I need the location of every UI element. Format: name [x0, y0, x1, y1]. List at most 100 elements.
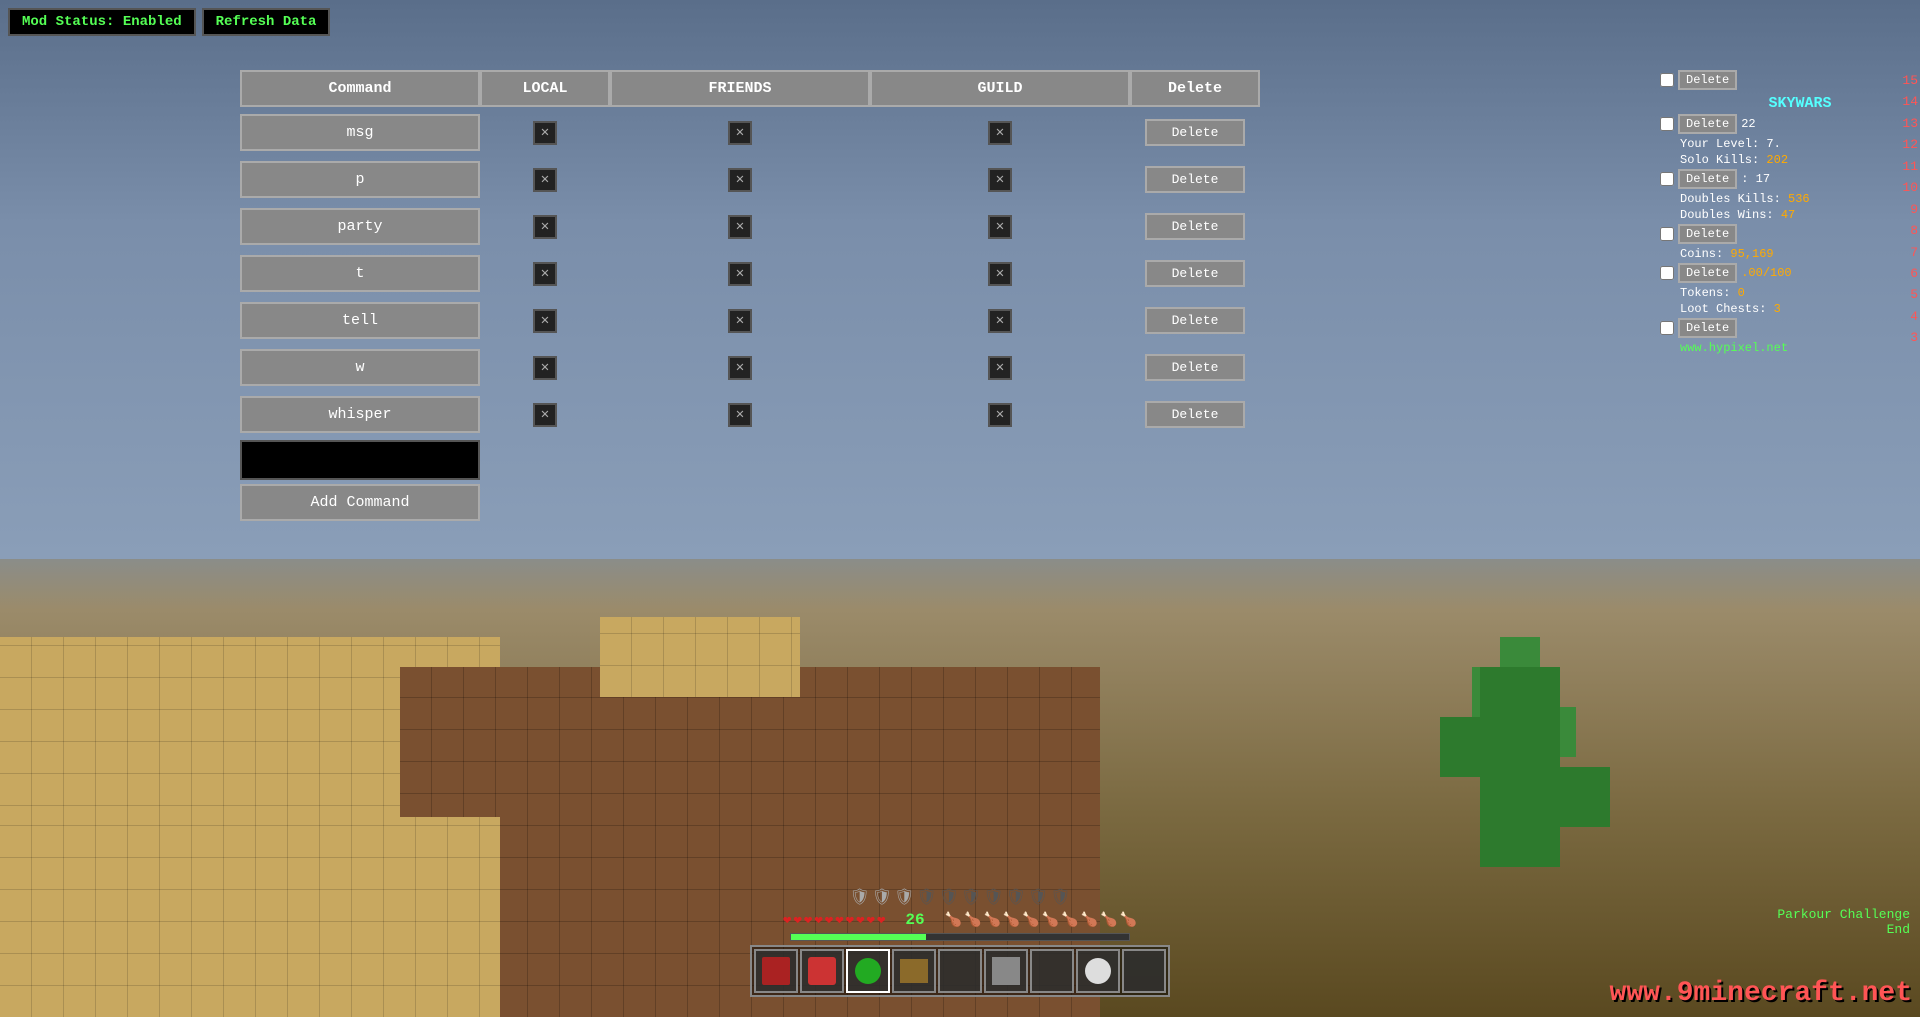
rp-row-delete5: Delete.00/100 — [1660, 263, 1920, 283]
food-7: 🍗 — [1061, 912, 1078, 929]
edge-num-6: 6 — [1910, 263, 1918, 284]
guild-check-p[interactable] — [988, 168, 1012, 192]
guild-check-w[interactable] — [988, 356, 1012, 380]
friends-check-t[interactable] — [728, 262, 752, 286]
edge-num-7: 7 — [1910, 242, 1918, 263]
edge-num-12: 12 — [1902, 134, 1918, 155]
armor-icon-6: 🛡 — [961, 887, 981, 907]
rp-delete-1[interactable]: Delete — [1678, 70, 1737, 90]
rp-doubles-kills: Doubles Kills: 536 — [1660, 192, 1920, 206]
local-check-party[interactable] — [533, 215, 557, 239]
delete-btn-t[interactable]: Delete — [1145, 260, 1245, 287]
friends-checkbox-party — [610, 207, 870, 247]
parkour-challenge-text: Parkour Challenge End — [1777, 907, 1910, 937]
hunger-bar: 🍗 🍗 🍗 🍗 🍗 🍗 🍗 🍗 🍗 🍗 — [945, 912, 1137, 929]
armor-icon-4: 🛡 — [916, 887, 936, 907]
rp-cb-4[interactable] — [1660, 227, 1674, 241]
rp-level: Your Level: 7. — [1660, 137, 1920, 151]
edge-num-10: 10 — [1902, 177, 1918, 198]
cmd-name-t: t — [240, 255, 480, 292]
rp-skywars-title: SKYWARS — [1660, 93, 1920, 114]
guild-check-t[interactable] — [988, 262, 1012, 286]
heart-3: ❤ — [804, 912, 812, 929]
armor-icon-5: 🛡 — [939, 887, 959, 907]
cmd-name-msg: msg — [240, 114, 480, 151]
rp-row-delete4: Delete — [1660, 224, 1920, 244]
edge-num-11: 11 — [1902, 156, 1918, 177]
friends-check-msg[interactable] — [728, 121, 752, 145]
friends-checkbox-whisper — [610, 395, 870, 435]
rp-delete-5[interactable]: Delete — [1678, 263, 1737, 283]
local-check-p[interactable] — [533, 168, 557, 192]
rp-delete-3[interactable]: Delete — [1678, 169, 1737, 189]
rp-loot-chests: Loot Chests: 3 — [1660, 302, 1920, 316]
heart-7: ❤ — [846, 912, 854, 929]
delete-btn-tell[interactable]: Delete — [1145, 307, 1245, 334]
friends-check-p[interactable] — [728, 168, 752, 192]
friends-check-party[interactable] — [728, 215, 752, 239]
item-2 — [808, 957, 836, 985]
friends-check-whisper[interactable] — [728, 403, 752, 427]
rp-delete-4[interactable]: Delete — [1678, 224, 1737, 244]
delete-btn-whisper[interactable]: Delete — [1145, 401, 1245, 428]
rp-delete-2[interactable]: Delete — [1678, 114, 1737, 134]
edge-num-9: 9 — [1910, 199, 1918, 220]
health-bar: ❤ ❤ ❤ ❤ ❤ ❤ ❤ ❤ ❤ ❤ — [783, 912, 885, 929]
edge-num-3: 3 — [1910, 327, 1918, 348]
armor-icon-3: 🛡 — [894, 887, 914, 907]
local-checkbox-msg — [480, 113, 610, 153]
rp-delete-6[interactable]: Delete — [1678, 318, 1737, 338]
guild-check-party[interactable] — [988, 215, 1012, 239]
rp-row-delete2: Delete22 — [1660, 114, 1920, 134]
friends-check-tell[interactable] — [728, 309, 752, 333]
command-row-party: party Delete — [240, 205, 1140, 248]
rp-cb-6[interactable] — [1660, 321, 1674, 335]
rp-cb-5[interactable] — [1660, 266, 1674, 280]
guild-checkbox-tell — [870, 301, 1130, 341]
guild-check-msg[interactable] — [988, 121, 1012, 145]
rp-hypixel: www.hypixel.net — [1660, 341, 1920, 355]
item-emerald — [855, 958, 881, 984]
mod-status-button[interactable]: Mod Status: Enabled — [8, 8, 196, 36]
local-checkbox-whisper — [480, 395, 610, 435]
rp-cb-2[interactable] — [1660, 117, 1674, 131]
refresh-button[interactable]: Refresh Data — [202, 8, 331, 36]
local-checkbox-w — [480, 348, 610, 388]
food-1: 🍗 — [945, 912, 962, 929]
delete-btn-p[interactable]: Delete — [1145, 166, 1245, 193]
command-row-t: t Delete — [240, 252, 1140, 295]
item-sword — [762, 957, 790, 985]
food-6: 🍗 — [1042, 912, 1059, 929]
hotbar-slot-8 — [1076, 949, 1120, 993]
food-8: 🍗 — [1081, 912, 1098, 929]
delete-btn-msg[interactable]: Delete — [1145, 119, 1245, 146]
rp-cb-1[interactable] — [1660, 73, 1674, 87]
rp-cb-3[interactable] — [1660, 172, 1674, 186]
guild-check-tell[interactable] — [988, 309, 1012, 333]
edge-num-13: 13 — [1902, 113, 1918, 134]
top-bar: Mod Status: Enabled Refresh Data — [8, 8, 330, 36]
friends-checkbox-t — [610, 254, 870, 294]
heart-2: ❤ — [793, 912, 801, 929]
delete-cell-p: Delete — [1130, 158, 1260, 201]
delete-btn-w[interactable]: Delete — [1145, 354, 1245, 381]
local-check-w[interactable] — [533, 356, 557, 380]
input-row — [240, 440, 1140, 480]
right-scoreboard-panel: DeleteSKYWARSDelete22Your Level: 7.Solo … — [1660, 70, 1920, 357]
edge-num-8: 8 — [1910, 220, 1918, 241]
local-check-whisper[interactable] — [533, 403, 557, 427]
friends-check-w[interactable] — [728, 356, 752, 380]
local-check-tell[interactable] — [533, 309, 557, 333]
local-check-msg[interactable] — [533, 121, 557, 145]
armor-bar: 🛡 🛡 🛡 🛡 🛡 🛡 🛡 🛡 🛡 🛡 — [849, 887, 1070, 907]
edge-numbers: 1514131211109876543 — [1902, 70, 1920, 349]
watermark: www.9minecraft.net — [1610, 978, 1912, 1009]
command-input[interactable] — [240, 440, 480, 480]
local-checkbox-party — [480, 207, 610, 247]
delete-btn-party[interactable]: Delete — [1145, 213, 1245, 240]
local-check-t[interactable] — [533, 262, 557, 286]
edge-num-14: 14 — [1902, 91, 1918, 112]
add-command-button[interactable]: Add Command — [240, 484, 480, 521]
guild-check-whisper[interactable] — [988, 403, 1012, 427]
player-level: 26 — [905, 911, 924, 929]
